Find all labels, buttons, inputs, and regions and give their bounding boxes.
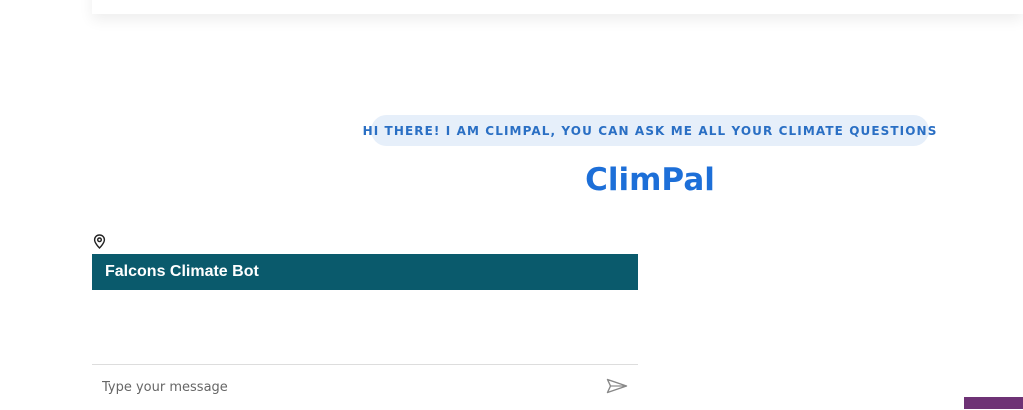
top-bar [92, 0, 1023, 14]
greeting-text: HI THERE! I AM CLIMPAL, YOU CAN ASK ME A… [362, 123, 938, 138]
chat-input-row [92, 364, 638, 410]
send-icon [606, 378, 628, 394]
chat-messages-area[interactable] [92, 290, 638, 364]
message-input[interactable] [92, 365, 612, 409]
send-button[interactable] [604, 375, 630, 397]
greeting-banner: HI THERE! I AM CLIMPAL, YOU CAN ASK ME A… [363, 115, 936, 146]
chat-header: Falcons Climate Bot [92, 254, 638, 290]
location-pin-icon [93, 234, 106, 249]
chat-header-title: Falcons Climate Bot [105, 263, 259, 280]
app-title: ClimPal [585, 162, 715, 198]
chat-widget: Falcons Climate Bot [92, 254, 638, 409]
corner-widget-tab[interactable] [964, 397, 1023, 409]
